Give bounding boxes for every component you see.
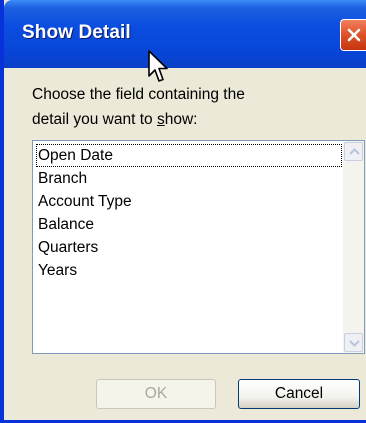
field-listbox[interactable]: Open Date Branch Account Type Balance Qu… [32, 140, 365, 354]
list-item-branch[interactable]: Branch [36, 167, 342, 190]
instruction-line-2-start: detail you want to [32, 111, 157, 128]
close-icon [347, 28, 361, 42]
scroll-down-button[interactable] [344, 333, 363, 352]
dialog-title: Show Detail [22, 22, 131, 43]
title-bar[interactable]: Show Detail [4, 0, 366, 68]
access-key-s: s [156, 111, 165, 128]
mouse-cursor-icon [148, 50, 168, 82]
list-item-years[interactable]: Years [36, 259, 342, 282]
list-item-balance[interactable]: Balance [36, 213, 342, 236]
list-item-quarters[interactable]: Quarters [36, 236, 342, 259]
list-item-open-date[interactable]: Open Date [36, 144, 342, 167]
show-detail-dialog: Show Detail Choose the field containing … [0, 0, 366, 423]
ok-button[interactable]: OK [96, 379, 216, 409]
instruction-line-2-end: how: [164, 111, 198, 128]
vertical-scrollbar[interactable] [343, 141, 364, 353]
instruction-line-2: detail you want to show: [32, 107, 352, 132]
instruction-text: Choose the field containing the detail y… [32, 82, 352, 132]
chevron-up-icon [349, 148, 360, 155]
cancel-button[interactable]: Cancel [238, 379, 360, 409]
list-item-account-type[interactable]: Account Type [36, 190, 342, 213]
instruction-line-1: Choose the field containing the [32, 86, 245, 103]
scroll-up-button[interactable] [344, 142, 363, 161]
chevron-down-icon [349, 340, 360, 347]
close-button[interactable] [340, 19, 366, 51]
field-list: Open Date Branch Account Type Balance Qu… [36, 144, 342, 282]
